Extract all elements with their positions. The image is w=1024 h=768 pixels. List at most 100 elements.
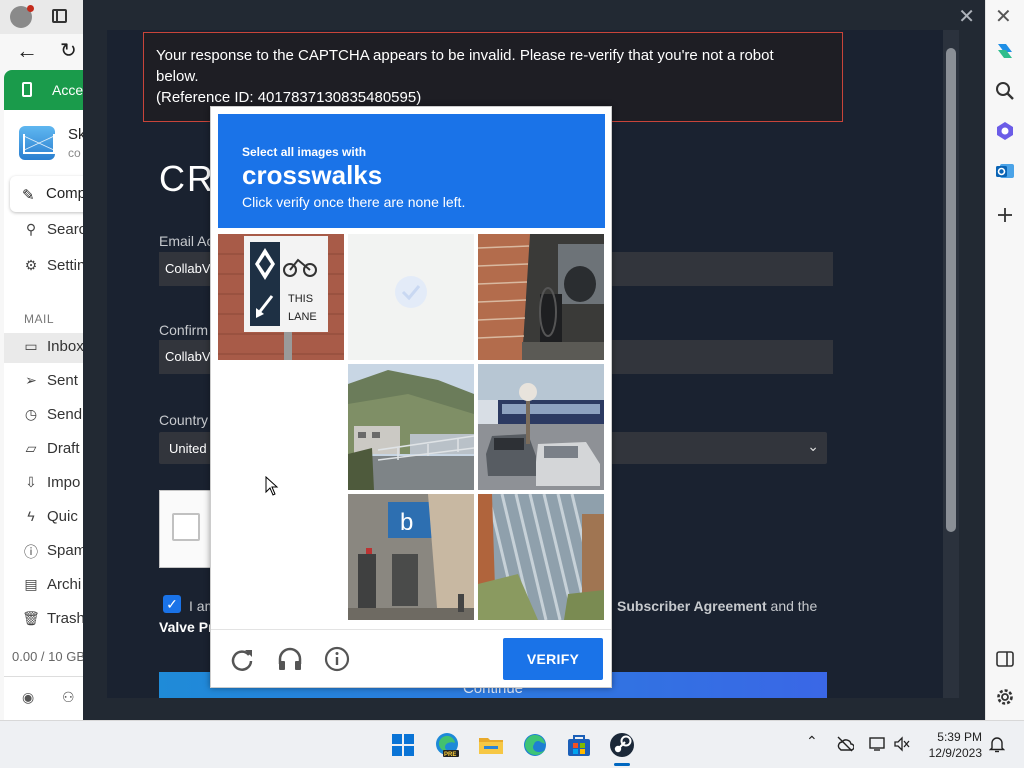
captcha-tile-brick-wall[interactable] xyxy=(478,234,604,360)
mail-logo-icon xyxy=(19,126,55,160)
file-explorer-icon[interactable] xyxy=(477,731,505,759)
mail-account-sub: co xyxy=(68,146,81,160)
phone-icon xyxy=(22,82,32,97)
sidebar-item-archive[interactable]: ▤ Archi xyxy=(4,571,84,601)
add-icon[interactable] xyxy=(994,204,1016,226)
sidebar-item-quick[interactable]: ϟ Quic xyxy=(4,503,84,533)
captcha-tile-blank[interactable] xyxy=(218,364,344,490)
edge-sidebar: ✕ xyxy=(985,0,1024,720)
info-icon[interactable] xyxy=(324,646,350,672)
edge-preview-icon[interactable]: PRE xyxy=(433,731,461,759)
country-value: United xyxy=(169,441,207,456)
sidebar-item-inbox[interactable]: ▭ Inbox xyxy=(4,333,84,363)
sidebar-item-sent[interactable]: ➢ Sent xyxy=(4,367,84,397)
sidebar-item-import[interactable]: ⇩ Impo xyxy=(4,469,84,499)
sidebar-item-drafts[interactable]: ▱ Draft xyxy=(4,435,84,465)
clock-icon: ◷ xyxy=(24,406,38,422)
bolt-icon: ϟ xyxy=(27,508,35,524)
outlook-icon[interactable] xyxy=(994,160,1016,182)
clock-date[interactable]: 12/9/2023 xyxy=(920,746,982,760)
challenge-target-word: crosswalks xyxy=(242,160,383,190)
captcha-tile-fading[interactable] xyxy=(348,234,474,360)
draft-icon: ▱ xyxy=(25,440,37,456)
email-label: Email Ac xyxy=(159,233,214,249)
sidebar-toggle-icon[interactable] xyxy=(994,648,1016,670)
folder-label: Spam xyxy=(47,542,84,559)
close-icon[interactable]: ✕ xyxy=(995,4,1012,29)
error-reference-id: (Reference ID: 4017837130835480595) xyxy=(156,89,422,106)
account-banner[interactable]: Acce xyxy=(4,70,84,110)
steam-icon[interactable] xyxy=(608,731,636,759)
copilot-icon[interactable] xyxy=(994,40,1016,62)
svg-text:THIS: THIS xyxy=(288,293,313,305)
captcha-tile-hills[interactable] xyxy=(348,364,474,490)
compose-button[interactable]: ✎ Comp xyxy=(10,176,84,212)
country-label: Country xyxy=(159,412,209,428)
headphones-icon[interactable] xyxy=(277,646,303,672)
search-icon[interactable] xyxy=(994,80,1016,102)
search-row[interactable]: ⚲ Searc xyxy=(4,216,84,246)
chevron-down-icon: ⌄ xyxy=(807,438,819,454)
reload-icon[interactable] xyxy=(229,646,255,672)
folder-label: Archi xyxy=(47,576,82,593)
onedrive-offline-icon[interactable] xyxy=(836,735,854,753)
captcha-tile-corrugated[interactable] xyxy=(478,494,604,620)
store-icon[interactable] xyxy=(565,731,593,759)
sidebar-item-spam[interactable]: ⓘ Spam xyxy=(4,537,84,567)
archive-icon: ▤ xyxy=(24,576,38,592)
profile-icon[interactable] xyxy=(10,5,34,28)
svg-text:LANE: LANE xyxy=(288,311,317,323)
challenge-instruction: Select all images with xyxy=(242,145,367,159)
captcha-tile-building[interactable]: b xyxy=(348,494,474,620)
captcha-tile-bus-cars[interactable] xyxy=(478,364,604,490)
mail-section-heading: MAIL xyxy=(24,312,55,326)
compose-pen-icon: ✎ xyxy=(22,187,35,204)
volume-muted-icon[interactable] xyxy=(893,735,911,753)
confirm-email-label: Confirm xyxy=(159,322,209,338)
captcha-tile-blank[interactable] xyxy=(218,494,344,620)
navigation-bar: ← ↻ xyxy=(0,36,84,68)
notification-bell-icon[interactable] xyxy=(989,735,1005,753)
recaptcha-challenge: Select all images with crosswalks Click … xyxy=(210,106,612,688)
sidebar-item-send-later[interactable]: ◷ Send xyxy=(4,401,84,431)
back-arrow-icon[interactable]: ← xyxy=(16,38,38,64)
spam-icon: ⓘ xyxy=(24,544,38,560)
privacy-policy-link[interactable]: Valve Pr xyxy=(159,619,214,635)
agree-checkbox[interactable]: ✓ xyxy=(163,595,181,613)
recaptcha-checkbox[interactable] xyxy=(172,513,200,541)
games-icon[interactable] xyxy=(994,120,1016,142)
windows-start-icon[interactable] xyxy=(389,731,417,759)
settings-row[interactable]: ⚙ Settin xyxy=(4,252,84,282)
error-line: Your response to the CAPTCHA appears to … xyxy=(156,47,774,64)
svg-text:b: b xyxy=(400,509,413,536)
account-circle-icon[interactable]: ◉ xyxy=(22,689,34,706)
mail-app-panel: Acce Sk co ✎ Comp ⚲ Searc ⚙ Settin MAIL … xyxy=(4,70,84,720)
scrollbar[interactable] xyxy=(943,30,959,698)
mail-bottom-bar: ◉ ⚇ xyxy=(4,676,84,720)
verify-button[interactable]: VERIFY xyxy=(503,638,603,680)
agree-text-right: Subscriber Agreement and the xyxy=(617,598,817,614)
tab-actions-icon[interactable] xyxy=(52,9,67,23)
folder-label: Quic xyxy=(47,508,78,525)
svg-text:PRE: PRE xyxy=(444,752,456,758)
display-icon[interactable] xyxy=(868,735,886,753)
clock-time[interactable]: 5:39 PM xyxy=(930,730,982,744)
reload-icon[interactable]: ↻ xyxy=(60,38,77,64)
agree-and: and the xyxy=(770,598,818,614)
sidebar-item-trash[interactable]: 🗑 Trash xyxy=(4,605,84,635)
chevron-up-icon[interactable]: ⌃ xyxy=(806,733,818,750)
inbox-icon: ▭ xyxy=(24,338,38,354)
folder-label: Trash xyxy=(47,610,84,627)
folder-label: Draft xyxy=(47,440,80,457)
tab-strip xyxy=(0,0,84,34)
mail-account-name: Sk xyxy=(68,126,84,143)
add-user-icon[interactable]: ⚇ xyxy=(62,689,75,706)
subscriber-agreement-link[interactable]: Subscriber Agreement xyxy=(617,598,767,614)
storage-usage: 0.00 / 10 GB xyxy=(12,649,84,664)
import-icon: ⇩ xyxy=(25,474,37,490)
gear-icon[interactable] xyxy=(994,686,1016,708)
captcha-tile-sign[interactable]: THIS LANE xyxy=(218,234,344,360)
edge-icon[interactable] xyxy=(521,731,549,759)
close-icon[interactable]: ✕ xyxy=(958,4,975,29)
scroll-thumb[interactable] xyxy=(946,48,956,532)
